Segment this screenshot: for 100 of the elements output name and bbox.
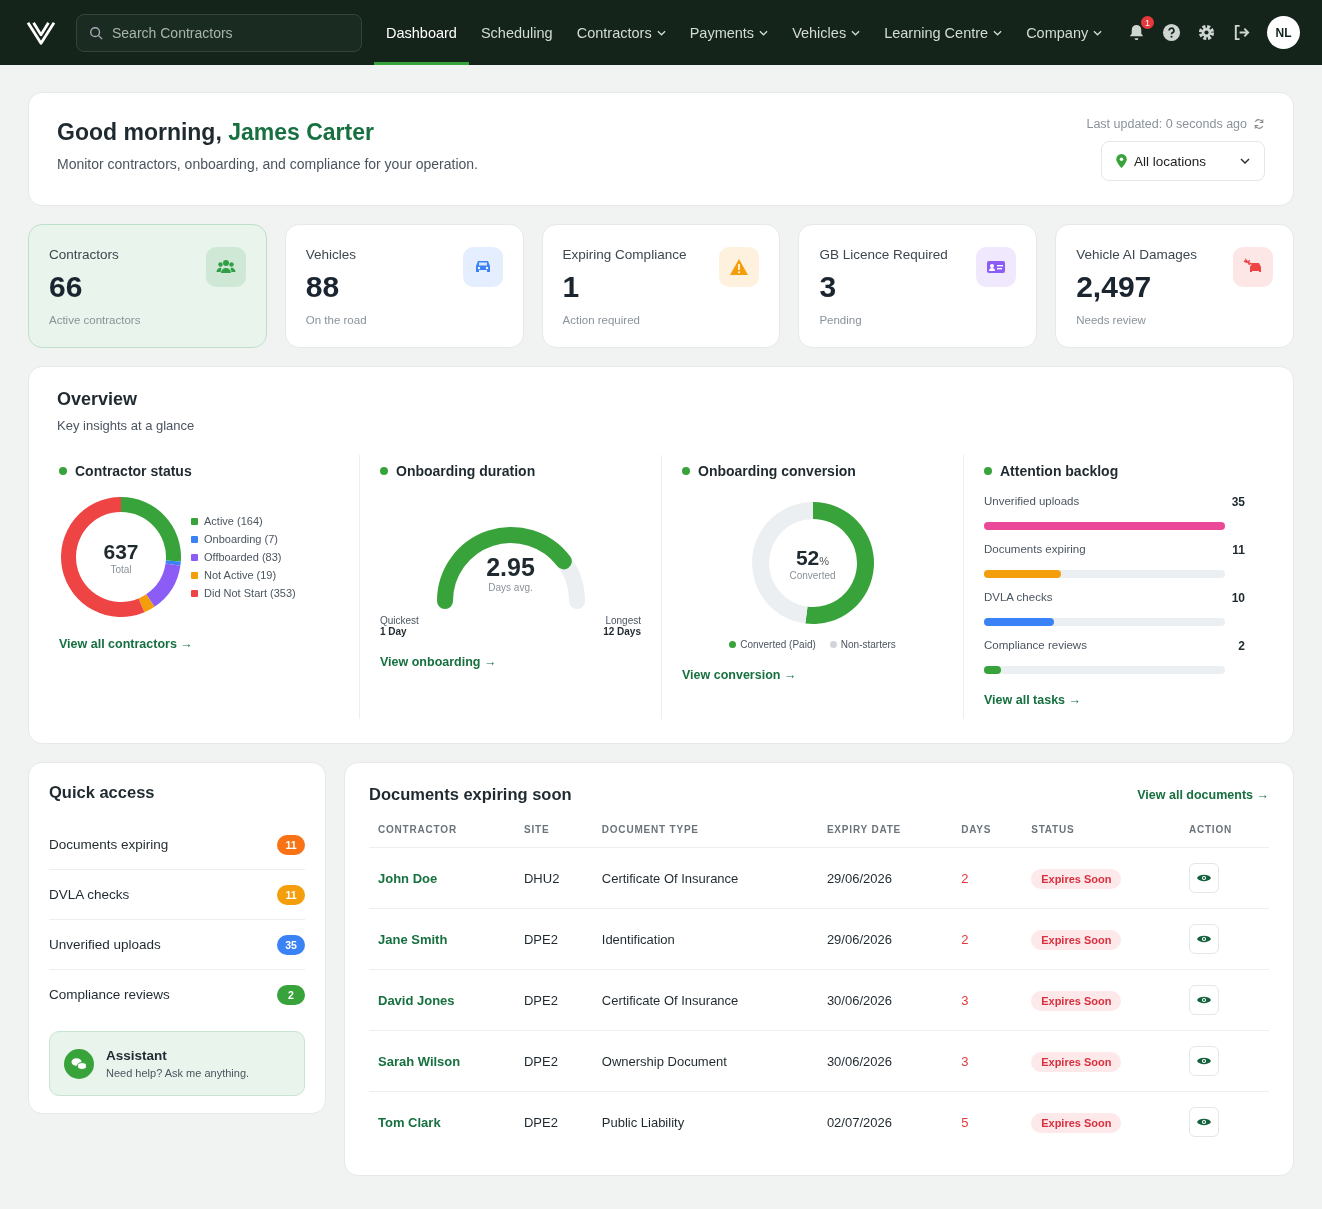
table-cell: 30/06/2026 [826,1053,892,1069]
overview-title: Overview [57,389,139,410]
stat-card[interactable]: GB Licence Required 3 Pending [798,224,1038,348]
column-header: CONTRACTOR [369,818,515,848]
view-onboarding-link[interactable]: View onboarding → [380,655,641,669]
status-badge: Expires Soon [1031,1112,1122,1133]
stat-card[interactable]: Vehicles 88 On the road [284,224,524,348]
count-badge: 11 [277,834,305,855]
max-label: Longest [603,615,641,626]
greeting-subtitle: Monitor contractors, onboarding, and compliance for your operation. [57,156,478,172]
legend-label: Active (164) [204,515,263,527]
backlog-label: Documents expiring [984,543,1086,557]
view-button[interactable] [1188,1107,1219,1137]
search-field[interactable]: Search Contractors [76,13,362,52]
nav-tab[interactable]: Dashboard [374,0,469,65]
legend-label: Onboarding (7) [204,533,278,545]
settings-icon[interactable] [1197,23,1216,42]
table-cell: Certificate Of Insurance [601,992,739,1008]
help-icon[interactable] [1162,23,1181,42]
nav-tab[interactable]: Contractors [564,0,678,65]
map-pin-icon [1116,154,1127,168]
stat-card[interactable]: Vehicle AI Damages 2,497 Needs review [1055,224,1294,348]
contractor-link[interactable]: David Jones [378,992,455,1008]
backlog-count: 2 [1238,639,1245,653]
chat-bubbles-icon [64,1048,94,1079]
table-cell: DPE2 [524,931,558,947]
contractor-link[interactable]: Jane Smith [378,931,448,947]
nav-tab[interactable]: Scheduling [468,0,565,65]
contractor-link[interactable]: Sarah Wilson [378,1053,461,1069]
legend-label: Did Not Start (353) [204,587,296,599]
count-badge: 35 [277,934,305,955]
nav-tab[interactable]: Company [1014,0,1115,65]
nav-tab[interactable]: Learning Centre [872,0,1015,65]
location-dropdown[interactable]: All locations [1101,141,1265,181]
table-cell: Identification [601,931,675,947]
backlog-label: DVLA checks [984,591,1053,605]
stat-card[interactable]: Contractors 66 Active contractors [28,224,267,348]
stat-note: Needs review [1076,314,1147,326]
view-all-tasks-link[interactable]: View all tasks → [984,693,1245,707]
stat-card[interactable]: Expiring Compliance 1 Action required [541,224,781,348]
assistant-subtitle: Need help? Ask me anything. [106,1067,250,1079]
min-label: Quickest [380,615,419,626]
eye-icon [1196,873,1211,883]
view-button[interactable] [1188,1046,1219,1076]
view-conversion-link[interactable]: View conversion → [682,668,943,682]
legend-label: Offboarded (83) [204,551,282,563]
quick-access-label: DVLA checks [49,887,130,902]
quick-access-label: Compliance reviews [49,987,170,1002]
column-header: DOCUMENT TYPE [592,818,818,848]
table-cell: 29/06/2026 [826,870,892,886]
column-header: DAYS [952,818,1023,848]
status-badge: Expires Soon [1031,929,1122,950]
bell-icon[interactable] [1127,23,1146,42]
eye-icon [1196,1117,1211,1127]
user-avatar[interactable]: NL [1267,16,1300,49]
quick-access-label: Documents expiring [49,837,169,852]
column-header: ACTION [1179,818,1269,848]
table-cell: 29/06/2026 [826,931,892,947]
stat-label: Vehicles [305,247,358,262]
table-cell: DPE2 [524,992,558,1008]
legend-label: Non-starters [840,639,896,650]
stat-note: Pending [819,314,863,326]
table-cell: 02/07/2026 [826,1114,892,1130]
nav-tab[interactable]: Payments [677,0,781,65]
column-header: EXPIRY DATE [817,818,953,848]
view-button[interactable] [1188,863,1219,893]
last-updated-text: Last updated: 0 seconds ago [1086,117,1247,131]
notification-badge: 1 [1141,16,1154,29]
quick-access-item[interactable]: Documents expiring 11 [49,820,305,870]
total-value: 637 [103,539,139,564]
status-dot [984,467,992,475]
refresh-icon[interactable] [1253,118,1265,130]
eye-icon [1196,995,1211,1005]
stat-label: GB Licence Required [819,247,948,262]
contractor-link[interactable]: Tom Clark [378,1114,441,1130]
assistant-panel[interactable]: Assistant Need help? Ask me anything. [49,1031,305,1096]
backlog-label: Unverified uploads [984,495,1080,509]
quick-access-item[interactable]: DVLA checks 11 [49,870,305,920]
view-button[interactable] [1188,924,1219,954]
panel-title: Attention backlog [1000,463,1119,479]
search-icon [89,25,103,40]
quick-access-item[interactable]: Unverified uploads 35 [49,920,305,970]
table-cell: 30/06/2026 [826,992,892,1008]
stat-label: Vehicle AI Damages [1076,247,1197,262]
nav-tab[interactable]: Vehicles [780,0,873,65]
view-button[interactable] [1188,985,1219,1015]
backlog-count: 11 [1232,543,1245,557]
contractor-link[interactable]: John Doe [378,870,438,886]
logo-icon[interactable] [26,19,56,46]
column-header: SITE [515,818,593,848]
logout-icon[interactable] [1232,23,1251,42]
table-cell: DHU2 [524,870,560,886]
stat-value: 3 [819,270,838,304]
quick-access-item[interactable]: Compliance reviews 2 [49,970,305,1019]
view-all-contractors-link[interactable]: View all contractors → [59,637,339,651]
column-header: STATUS [1022,818,1180,848]
panel-title: Onboarding conversion [698,463,856,479]
view-all-documents-link[interactable]: View all documents → [1137,787,1269,802]
eye-icon [1196,934,1211,944]
backlog-label: Compliance reviews [984,639,1087,653]
